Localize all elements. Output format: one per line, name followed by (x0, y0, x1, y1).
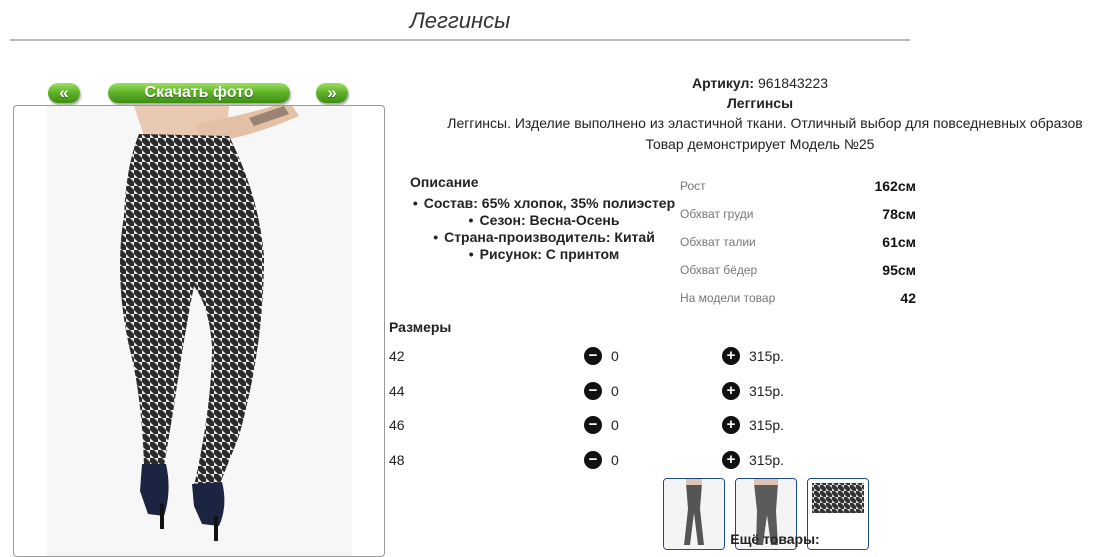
plus-circle-icon[interactable]: + (722, 347, 740, 365)
param-label: Обхват талии (680, 235, 756, 249)
param-row-hips: Обхват бёдер 95см (680, 260, 916, 288)
param-label: Рост (680, 179, 706, 193)
article-value: 961843223 (757, 75, 829, 91)
product-short-description: Леггинсы. Изделие выполнено из эластично… (447, 115, 1083, 131)
size-row: 42 − 0 + 315р. (389, 345, 809, 369)
article-label: Артикул: (691, 75, 755, 91)
size-row: 48 − 0 + 315р. (389, 449, 809, 473)
price: 315р. (749, 383, 785, 399)
price: 315р. (749, 348, 785, 364)
more-goods-heading: Ещё товары: (730, 531, 820, 547)
product-name: Леггинсы (726, 95, 794, 111)
param-value: 162см (874, 178, 916, 194)
description-list: Состав: 65% хлопок, 35% полиэстер Сезон:… (405, 195, 683, 263)
size-label: 48 (389, 452, 405, 468)
minus-circle-icon[interactable]: − (584, 382, 602, 400)
description-item: Сезон: Весна-Осень (405, 212, 683, 229)
size-row: 46 − 0 + 315р. (389, 414, 809, 438)
next-photo-button[interactable]: » (316, 83, 348, 103)
quantity-value: 0 (611, 348, 619, 364)
sizes-heading: Размеры (389, 319, 452, 335)
param-value: 78см (882, 206, 916, 222)
minus-circle-icon[interactable]: − (584, 416, 602, 434)
minus-circle-icon[interactable]: − (584, 451, 602, 469)
description-item: Страна-производитель: Китай (405, 229, 683, 246)
prev-photo-button[interactable]: « (48, 83, 80, 103)
title-divider (10, 39, 910, 41)
quantity-value: 0 (611, 452, 619, 468)
param-row-bust: Обхват груди 78см (680, 204, 916, 232)
param-value: 61см (882, 234, 916, 250)
description-item: Рисунок: С принтом (405, 246, 683, 263)
minus-circle-icon[interactable]: − (584, 347, 602, 365)
download-photo-button[interactable]: Скачать фото (108, 83, 290, 103)
price: 315р. (749, 417, 785, 433)
description-item: Состав: 65% хлопок, 35% полиэстер (405, 195, 683, 212)
page-title: Леггинсы (409, 8, 511, 33)
size-label: 46 (389, 417, 405, 433)
article-line: Артикул: 961843223 (620, 75, 900, 91)
param-label: Обхват груди (680, 207, 754, 221)
plus-circle-icon[interactable]: + (722, 382, 740, 400)
price: 315р. (749, 452, 785, 468)
param-row-height: Рост 162см (680, 176, 916, 204)
param-row-model-size: На модели товар 42 (680, 288, 916, 316)
plus-circle-icon[interactable]: + (722, 416, 740, 434)
size-label: 44 (389, 383, 405, 399)
product-photo[interactable] (13, 105, 385, 557)
size-label: 42 (389, 348, 405, 364)
param-label: Обхват бёдер (680, 263, 758, 277)
param-value: 95см (882, 262, 916, 278)
param-value: 42 (900, 290, 916, 306)
param-row-waist: Обхват талии 61см (680, 232, 916, 260)
quantity-value: 0 (611, 417, 619, 433)
model-note: Товар демонстрирует Модель №25 (645, 136, 875, 152)
model-params-table: Рост 162см Обхват груди 78см Обхват тали… (680, 176, 916, 316)
plus-circle-icon[interactable]: + (722, 451, 740, 469)
quantity-value: 0 (611, 383, 619, 399)
description-heading: Описание (410, 174, 479, 190)
size-row: 44 − 0 + 315р. (389, 380, 809, 404)
param-label: На модели товар (680, 291, 776, 305)
